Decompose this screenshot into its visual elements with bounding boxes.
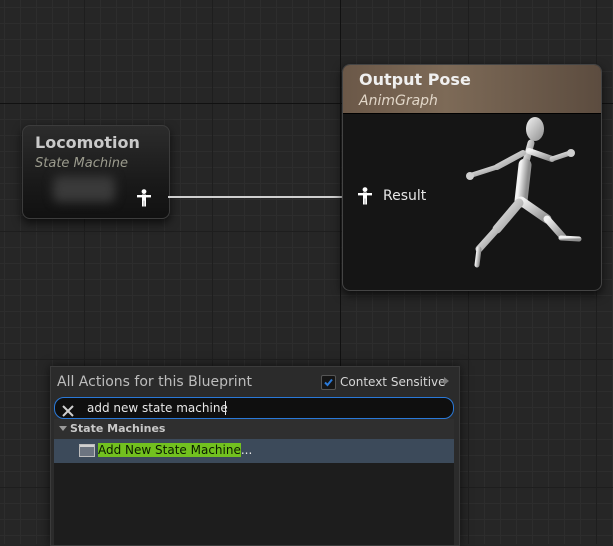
check-icon bbox=[324, 378, 333, 387]
action-results-list[interactable]: State Machines Add New State Machine... bbox=[54, 419, 454, 545]
category-label: State Machines bbox=[70, 422, 166, 435]
locomotion-node[interactable]: Locomotion State Machine bbox=[22, 125, 170, 219]
action-search-box[interactable] bbox=[54, 397, 454, 419]
pose-connection-wire[interactable] bbox=[168, 196, 356, 198]
output-pose-header: Output Pose AnimGraph bbox=[343, 65, 601, 114]
state-machine-icon bbox=[79, 444, 95, 457]
node-preview-blur bbox=[53, 176, 115, 202]
chevron-right-icon[interactable] bbox=[444, 377, 449, 385]
search-match-highlight: Add New State Machine bbox=[98, 443, 241, 457]
chevron-down-icon[interactable] bbox=[59, 426, 67, 431]
result-pin-label: Result bbox=[383, 188, 427, 204]
output-pose-node[interactable]: Output Pose AnimGraph Result bbox=[342, 64, 602, 291]
action-item-suffix: ... bbox=[240, 443, 253, 457]
action-search-input[interactable] bbox=[87, 399, 427, 417]
output-pose-title: Output Pose bbox=[359, 70, 471, 89]
context-sensitive-label[interactable]: Context Sensitive bbox=[340, 375, 446, 389]
action-item-add-new-state-machine[interactable]: Add New State Machine... bbox=[54, 439, 454, 463]
pose-output-pin-icon[interactable] bbox=[136, 189, 152, 211]
action-item-label: Add New State Machine... bbox=[98, 443, 252, 457]
running-mannequin-icon bbox=[466, 117, 582, 268]
action-menu-title: All Actions for this Blueprint bbox=[57, 374, 252, 390]
context-sensitive-checkbox[interactable] bbox=[321, 375, 336, 390]
text-caret bbox=[225, 401, 226, 415]
graph-canvas[interactable]: Locomotion State Machine Output Pose Ani… bbox=[0, 0, 613, 546]
category-state-machines[interactable]: State Machines bbox=[54, 419, 454, 439]
pose-input-pin-icon[interactable] bbox=[357, 187, 373, 209]
action-menu: All Actions for this Blueprint Context S… bbox=[50, 366, 460, 546]
locomotion-node-title: Locomotion bbox=[35, 133, 140, 152]
locomotion-node-subtitle: State Machine bbox=[35, 156, 128, 171]
output-pose-subtitle: AnimGraph bbox=[359, 93, 438, 109]
